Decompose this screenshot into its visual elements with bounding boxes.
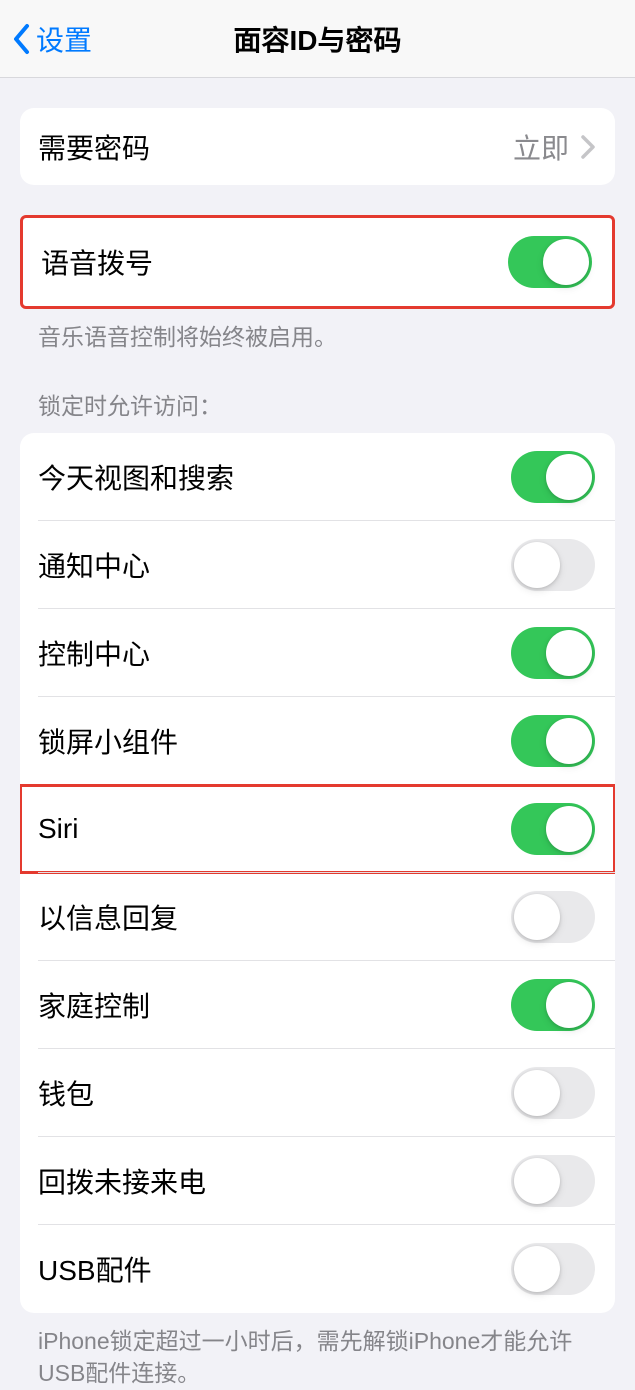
require-passcode-label: 需要密码: [38, 127, 150, 167]
lock-access-row: 控制中心: [20, 609, 615, 697]
lock-access-label: 控制中心: [38, 633, 150, 673]
voice-dial-group: 语音拨号: [20, 215, 615, 309]
lock-access-toggle[interactable]: [511, 1067, 595, 1119]
lock-access-toggle[interactable]: [511, 1155, 595, 1207]
lock-access-toggle[interactable]: [511, 1243, 595, 1295]
lock-access-label: USB配件: [38, 1249, 152, 1289]
lock-access-header: 锁定时允许访问：: [0, 387, 635, 433]
lock-access-toggle[interactable]: [511, 979, 595, 1031]
lock-access-label: Siri: [38, 813, 78, 845]
lock-access-group: 今天视图和搜索通知中心控制中心锁屏小组件 Siri 以信息回复家庭控制钱包回拨未接来…: [20, 433, 615, 1313]
lock-access-row: 通知中心: [20, 521, 615, 609]
require-passcode-value: 立即: [513, 127, 569, 167]
lock-access-row: 以信息回复: [20, 873, 615, 961]
lock-access-toggle[interactable]: [511, 715, 595, 767]
lock-access-row: Siri: [20, 785, 615, 873]
lock-access-label: 锁屏小组件: [38, 721, 178, 761]
lock-access-label: 家庭控制: [38, 985, 150, 1025]
voice-dial-toggle[interactable]: [508, 236, 592, 288]
lock-access-label: 今天视图和搜索: [38, 457, 234, 497]
lock-access-label: 以信息回复: [38, 897, 178, 937]
lock-access-label: 钱包: [38, 1073, 94, 1113]
lock-access-label: 通知中心: [38, 545, 150, 585]
page-title: 面容ID与密码: [233, 19, 401, 59]
voice-dial-label: 语音拨号: [41, 242, 153, 282]
lock-access-toggle[interactable]: [511, 539, 595, 591]
lock-access-toggle[interactable]: [511, 451, 595, 503]
lock-access-toggle[interactable]: [511, 803, 595, 855]
lock-access-row: 家庭控制: [20, 961, 615, 1049]
navigation-bar: 设置 面容ID与密码: [0, 0, 635, 78]
lock-access-footer: iPhone锁定超过一小时后，需先解锁iPhone才能允许USB配件连接。: [0, 1313, 635, 1389]
back-button[interactable]: 设置: [12, 19, 92, 59]
voice-dial-row: 语音拨号: [23, 218, 612, 306]
lock-access-row: 钱包: [20, 1049, 615, 1137]
lock-access-row: 回拨未接来电: [20, 1137, 615, 1225]
require-passcode-row[interactable]: 需要密码 立即: [20, 108, 615, 185]
require-passcode-group: 需要密码 立即: [20, 108, 615, 185]
chevron-right-icon: [581, 135, 595, 159]
lock-access-row: 今天视图和搜索: [20, 433, 615, 521]
lock-access-row: 锁屏小组件: [20, 697, 615, 785]
chevron-left-icon: [12, 23, 32, 55]
back-label: 设置: [36, 19, 92, 59]
voice-dial-footer: 音乐语音控制将始终被启用。: [0, 309, 635, 353]
lock-access-row: USB配件: [20, 1225, 615, 1313]
lock-access-toggle[interactable]: [511, 627, 595, 679]
lock-access-toggle[interactable]: [511, 891, 595, 943]
lock-access-label: 回拨未接来电: [38, 1161, 206, 1201]
